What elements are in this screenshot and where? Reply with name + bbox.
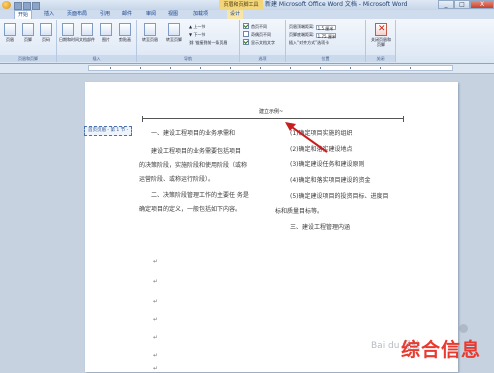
paragraph-mark: ↵ (153, 365, 159, 372)
brand-overlay-text: 综合信息 (401, 339, 482, 361)
arrow-shaft (288, 124, 328, 153)
baidu-paw-icon (459, 324, 468, 333)
red-arrow-annotation (285, 122, 328, 153)
